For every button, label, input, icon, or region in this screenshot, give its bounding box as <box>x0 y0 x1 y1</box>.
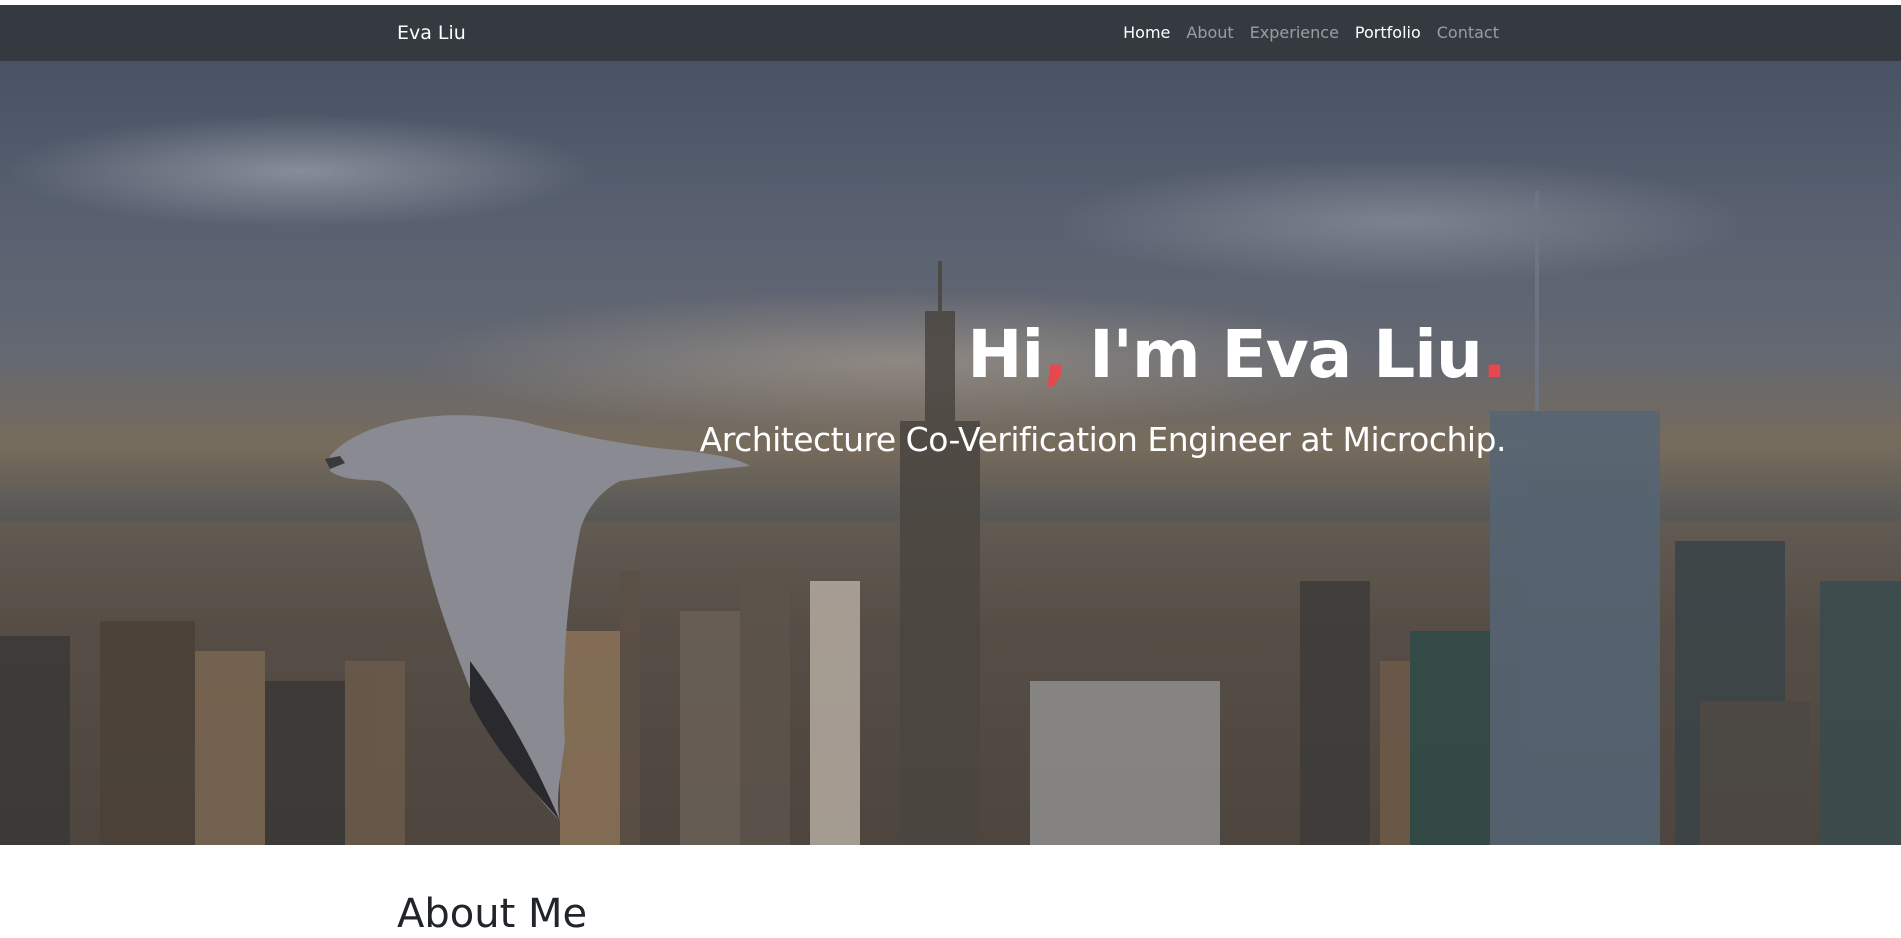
hero-title-comma: , <box>1043 316 1068 393</box>
hero-section: Hi, I'm Eva Liu. Architecture Co-Verific… <box>0 61 1901 845</box>
skyline-buildings <box>0 191 1901 845</box>
nav-link-contact[interactable]: Contact <box>1437 25 1499 41</box>
nav-link-home[interactable]: Home <box>1123 25 1170 41</box>
hero-title-dot: . <box>1481 316 1507 393</box>
about-section-title: About Me <box>397 891 588 937</box>
nav-link-about[interactable]: About <box>1186 25 1233 41</box>
hero-title-name: I'm Eva Liu <box>1067 316 1483 393</box>
hero-title-greeting: Hi <box>967 316 1044 393</box>
hero-text: Hi, I'm Eva Liu. Architecture Co-Verific… <box>699 316 1507 459</box>
nav-link-experience[interactable]: Experience <box>1250 25 1339 41</box>
navbar: Eva Liu Home About Experience Portfolio … <box>0 5 1901 61</box>
nav-link-portfolio[interactable]: Portfolio <box>1355 25 1421 41</box>
nav-menu: Home About Experience Portfolio Contact <box>1123 25 1499 41</box>
hero-subtitle: Architecture Co-Verification Engineer at… <box>699 419 1507 459</box>
brand-link[interactable]: Eva Liu <box>397 24 466 43</box>
hero-title: Hi, I'm Eva Liu. <box>700 316 1507 393</box>
